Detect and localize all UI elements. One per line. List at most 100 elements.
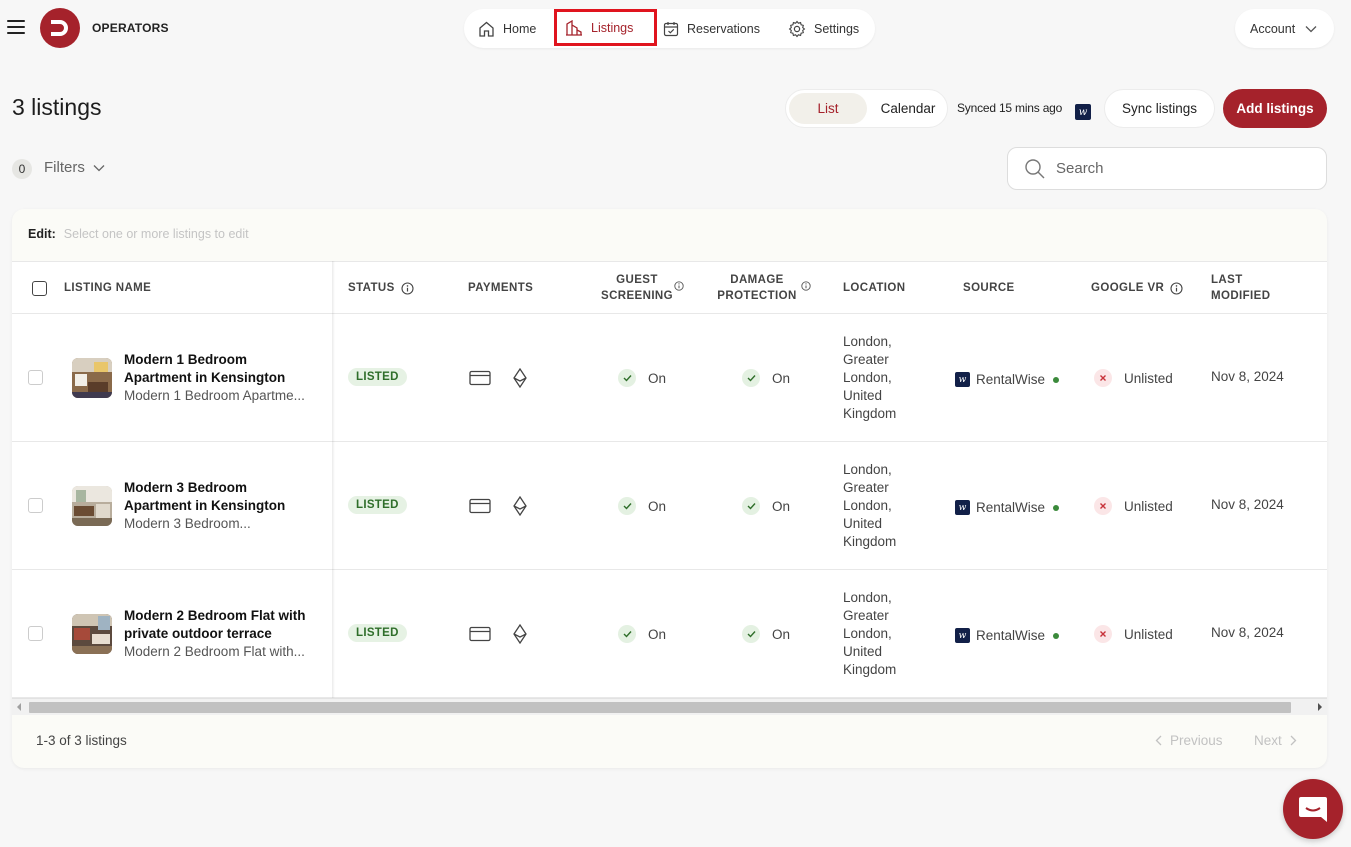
nav-home[interactable]: Home (478, 9, 536, 48)
connected-status-dot (1053, 376, 1060, 383)
row-checkbox-cell (28, 626, 43, 641)
listing-thumbnail (72, 358, 112, 398)
next-page-button[interactable]: Next (1254, 733, 1297, 748)
col-source[interactable]: SOURCE (963, 262, 1015, 314)
listing-name-cell[interactable]: Modern 2 Bedroom Flat with private outdo… (124, 607, 318, 661)
location-line: United (843, 516, 883, 531)
edit-label: Edit: (28, 227, 56, 241)
nav-settings[interactable]: Settings (788, 9, 859, 48)
nav-listings[interactable]: Listings (554, 9, 657, 46)
table-row[interactable]: Modern 1 Bedroom Apartment in Kensington… (12, 314, 1327, 442)
table-row[interactable]: Modern 2 Bedroom Flat with private outdo… (12, 570, 1327, 698)
top-bar: OPERATORS Home Listings Reservations Set… (0, 0, 1351, 56)
source-name: RentalWise (976, 628, 1046, 643)
cross-icon (1094, 369, 1112, 387)
scroll-left-arrow-icon[interactable] (17, 703, 21, 711)
rentalwise-logo-icon: w (955, 500, 970, 515)
damage-protection-cell: On (742, 369, 790, 387)
listing-subtitle: Modern 3 Bedroom... (124, 516, 251, 531)
guest-screening-cell: On (618, 625, 666, 643)
filters-label: Filters (44, 159, 85, 176)
google-vr-cell: Unlisted (1094, 369, 1173, 387)
col-google-vr[interactable]: GOOGLE VR (1091, 262, 1183, 314)
col-last-modified[interactable]: LAST MODIFIED (1211, 262, 1270, 314)
listing-title-line2: Apartment in Kensington (124, 498, 286, 513)
row-checkbox[interactable] (28, 626, 43, 641)
check-icon (618, 497, 636, 515)
location-line: London, (843, 626, 892, 641)
brand-logo[interactable] (40, 8, 80, 48)
nav-home-label: Home (503, 21, 537, 36)
listing-name-cell[interactable]: Modern 3 Bedroom Apartment in Kensington… (124, 479, 318, 533)
col-location[interactable]: LOCATION (843, 262, 905, 314)
listing-name-cell[interactable]: Modern 1 Bedroom Apartment in Kensington… (124, 351, 318, 405)
status-badge: LISTED (348, 368, 407, 386)
table-row[interactable]: Modern 3 Bedroom Apartment in Kensington… (12, 442, 1327, 570)
location-line: Greater (843, 352, 889, 367)
info-icon[interactable] (1170, 281, 1183, 295)
add-listings-button[interactable]: Add listings (1223, 89, 1327, 128)
col-listing-name[interactable]: LISTING NAME (64, 262, 151, 314)
cross-icon (1094, 625, 1112, 643)
row-checkbox[interactable] (28, 498, 43, 513)
search-input[interactable] (1056, 160, 1296, 177)
ethereum-icon (513, 496, 527, 516)
location-line: United (843, 388, 883, 403)
last-modified-value: Nov 8, 2024 (1211, 497, 1284, 512)
info-icon[interactable] (401, 281, 414, 295)
guest-screening-value: On (648, 498, 667, 514)
nav-listings-label: Listings (591, 20, 634, 35)
listings-table: LISTING NAME STATUS PAYMENTS GUEST SCREE… (12, 261, 1327, 698)
filters-dropdown[interactable]: Filters (44, 159, 105, 176)
row-checkbox[interactable] (28, 370, 43, 385)
nav-settings-label: Settings (814, 21, 860, 36)
guest-screening-cell: On (618, 497, 666, 515)
damage-protection-cell: On (742, 625, 790, 643)
menu-icon[interactable] (7, 20, 25, 34)
damage-protection-cell: On (742, 497, 790, 515)
damage-protection-value: On (772, 370, 791, 386)
listing-photo (72, 614, 112, 654)
source-cell: w RentalWise (955, 500, 1060, 515)
select-all-checkbox[interactable] (32, 280, 47, 296)
sync-listings-button[interactable]: Sync listings (1104, 89, 1215, 128)
col-guest-screening-line2: SCREENING (601, 290, 673, 302)
account-menu[interactable]: Account (1235, 9, 1334, 48)
listing-thumbnail (72, 614, 112, 654)
col-status[interactable]: STATUS (348, 262, 414, 314)
col-guest-screening[interactable]: GUEST SCREENING (592, 262, 682, 314)
info-icon[interactable] (674, 281, 684, 291)
location-cell: London, Greater London, United Kingdom (843, 589, 896, 679)
status-cell: LISTED (348, 496, 407, 514)
source-name: RentalWise (976, 372, 1046, 387)
chevron-down-icon (93, 164, 105, 171)
col-damage-protection[interactable]: DAMAGE PROTECTION (712, 262, 802, 314)
google-vr-cell: Unlisted (1094, 497, 1173, 515)
nav-reservations-label: Reservations (687, 21, 760, 36)
nav-reservations[interactable]: Reservations (663, 9, 760, 48)
toggle-list[interactable]: List (789, 93, 867, 124)
previous-page-button[interactable]: Previous (1155, 733, 1223, 748)
guest-screening-cell: On (618, 369, 666, 387)
info-icon[interactable] (801, 281, 811, 291)
edit-hint: Select one or more listings to edit (63, 227, 249, 241)
damage-protection-value: On (772, 626, 791, 642)
col-google-vr-label: GOOGLE VR (1091, 282, 1165, 294)
brand-name: OPERATORS (92, 21, 169, 35)
listings-icon (566, 19, 582, 36)
col-last-modified-line2: MODIFIED (1211, 290, 1271, 302)
location-line: Kingdom (843, 662, 897, 677)
last-modified-cell: Nov 8, 2024 (1211, 497, 1284, 512)
toggle-calendar[interactable]: Calendar (871, 93, 945, 124)
chat-widget-button[interactable] (1283, 779, 1343, 839)
damage-protection-value: On (772, 498, 791, 514)
scroll-right-arrow-icon[interactable] (1318, 703, 1322, 711)
horizontal-scrollbar[interactable] (12, 698, 1327, 715)
chevron-left-icon (1155, 735, 1162, 746)
source-cell: w RentalWise (955, 628, 1060, 643)
col-payments[interactable]: PAYMENTS (468, 262, 533, 314)
pagination-count: 1-3 of 3 listings (36, 733, 127, 748)
listing-photo (72, 486, 112, 526)
synced-status: Synced 15 mins ago (957, 101, 1063, 115)
scrollbar-thumb[interactable] (29, 702, 1291, 713)
